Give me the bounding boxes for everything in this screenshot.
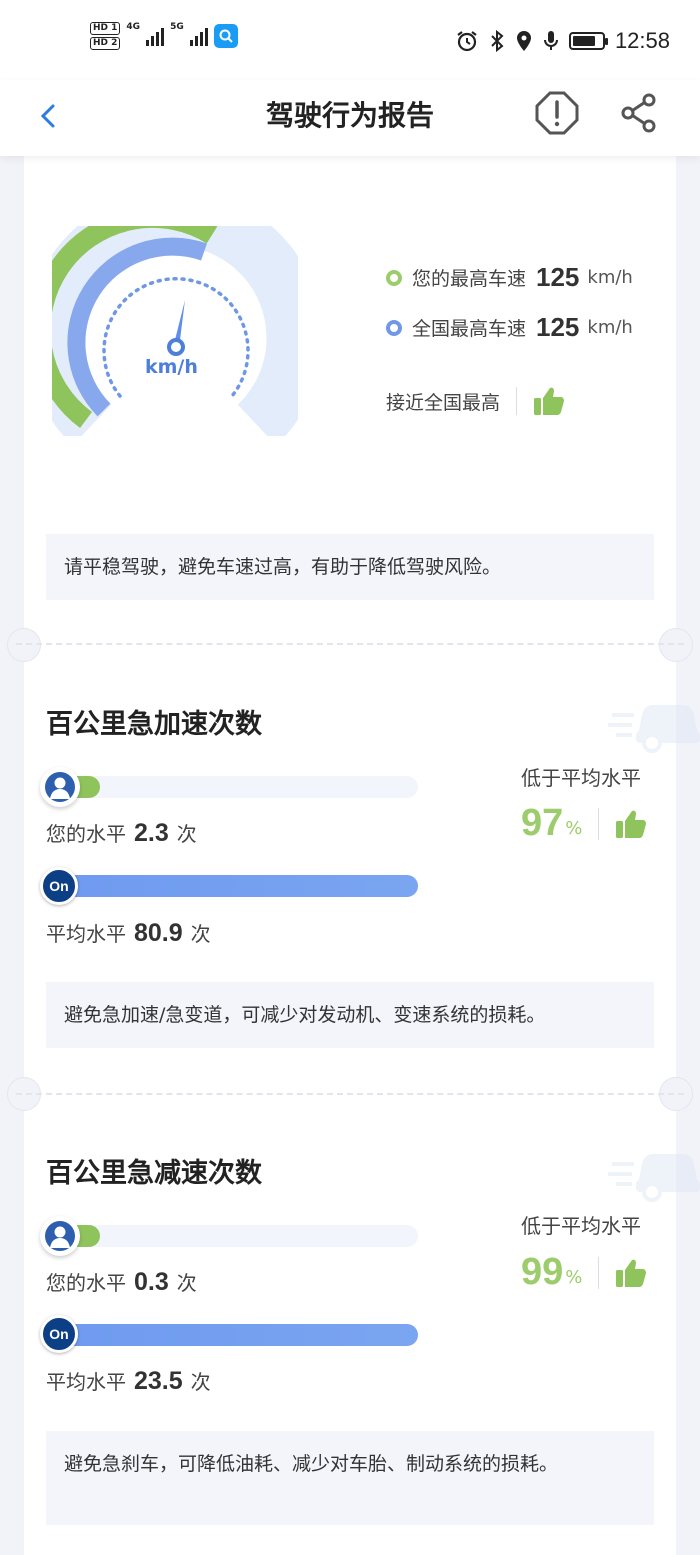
status-right: 12:58 <box>455 28 670 54</box>
microphone-icon <box>543 31 558 50</box>
compare-label: 低于平均水平 <box>521 766 641 790</box>
speed-unit: km/h <box>587 267 633 288</box>
deceleration-tip: 避免急刹车，可降低油耗、减少对车胎、制动系统的损耗。 <box>46 1431 654 1525</box>
percent-sign: % <box>565 1267 583 1288</box>
avg-level: 平均水平 23.5 次 <box>46 1366 211 1396</box>
thumbs-up-icon <box>534 387 565 415</box>
avg-level-bar <box>60 1324 418 1346</box>
your-level-label: 您的水平 <box>46 1271 126 1295</box>
your-level-value: 0.3 <box>134 1268 169 1296</box>
page-title: 驾驶行为报告 <box>265 99 434 132</box>
avg-level-label: 平均水平 <box>46 922 126 946</box>
warning-octagon-icon <box>535 91 579 135</box>
app-bar: 驾驶行为报告 <box>0 80 700 156</box>
separator <box>598 1256 600 1289</box>
gauge-unit-label: km/h <box>145 356 198 378</box>
divider <box>16 643 684 645</box>
count-unit: 次 <box>176 822 197 846</box>
speed-unit: km/h <box>587 317 633 338</box>
divider <box>16 1093 684 1095</box>
percent-sign: % <box>565 818 583 839</box>
share-icon <box>621 93 656 133</box>
lower-percent-value: 99 <box>521 1251 564 1293</box>
avg-badge: On <box>40 1315 78 1353</box>
avg-badge: On <box>40 867 78 905</box>
national-max-speed-label: 全国最高车速 <box>412 318 527 340</box>
hd1-badge: HD 1 <box>90 22 121 35</box>
legend-dot-green <box>386 269 402 286</box>
your-level-track <box>60 776 418 798</box>
your-level-value: 2.3 <box>134 819 169 847</box>
search-app-icon <box>213 24 238 48</box>
alarm-icon <box>457 31 477 52</box>
user-avatar <box>40 1216 80 1256</box>
avg-level-label: 平均水平 <box>46 1370 126 1394</box>
count-unit: 次 <box>190 1370 211 1394</box>
hd2-badge: HD 2 <box>90 37 121 50</box>
user-avatar <box>40 767 80 807</box>
count-unit: 次 <box>190 922 211 946</box>
status-left: HD 1 HD 2 4G 5G <box>90 22 238 50</box>
acceleration-tip: 避免急加速/急变道，可减少对发动机、变速系统的损耗。 <box>46 982 654 1048</box>
your-max-speed: 您的最高车速 125 km/h <box>386 262 633 293</box>
speed-verdict-text: 接近全国最高 <box>386 391 501 414</box>
signal-icon <box>189 26 208 46</box>
network-type-2: 5G <box>170 22 184 32</box>
speed-tip: 请平稳驾驶，避免车速过高，有助于降低驾驶风险。 <box>46 534 654 600</box>
lower-percent: 97 % <box>521 802 647 845</box>
avg-level-value: 23.5 <box>134 1367 183 1395</box>
report-issue-button[interactable] <box>534 90 580 136</box>
count-unit: 次 <box>176 1271 197 1295</box>
share-button[interactable] <box>618 92 660 134</box>
battery-icon <box>568 32 608 50</box>
national-max-speed-value: 125 <box>536 312 580 342</box>
avg-level: 平均水平 80.9 次 <box>46 918 211 948</box>
signal-icon <box>146 26 165 46</box>
legend-dot-blue <box>386 319 402 336</box>
location-icon <box>516 31 531 51</box>
your-level: 您的水平 2.3 次 <box>46 818 197 848</box>
user-icon <box>45 1221 75 1251</box>
your-level-label: 您的水平 <box>46 822 126 846</box>
network-type-1: 4G <box>126 22 141 32</box>
deceleration-title: 百公里急减速次数 <box>46 1158 262 1189</box>
acceleration-title: 百公里急加速次数 <box>46 709 262 740</box>
avg-level-value: 80.9 <box>134 919 183 947</box>
thumbs-up-icon <box>616 810 647 838</box>
avg-level-bar <box>60 875 418 897</box>
status-bar: HD 1 HD 2 4G 5G 12:58 <box>0 0 700 80</box>
your-max-speed-value: 125 <box>536 262 580 292</box>
separator <box>516 387 518 415</box>
your-level: 您的水平 0.3 次 <box>46 1267 197 1297</box>
car-icon <box>608 705 700 753</box>
speed-gauge <box>52 226 298 436</box>
national-max-speed: 全国最高车速 125 km/h <box>386 312 633 343</box>
car-icon <box>608 1154 700 1202</box>
clock: 12:58 <box>614 28 670 53</box>
lower-percent: 99 % <box>521 1251 647 1294</box>
thumbs-up-icon <box>616 1259 647 1287</box>
bluetooth-icon <box>491 29 504 53</box>
card-notch <box>659 628 693 662</box>
separator <box>598 807 600 840</box>
user-icon <box>45 772 75 802</box>
card-notch <box>7 628 41 662</box>
your-max-speed-label: 您的最高车速 <box>412 268 527 290</box>
compare-label: 低于平均水平 <box>521 1214 641 1238</box>
speed-verdict: 接近全国最高 <box>386 386 565 416</box>
lower-percent-value: 97 <box>521 802 564 844</box>
your-level-track <box>60 1225 418 1247</box>
